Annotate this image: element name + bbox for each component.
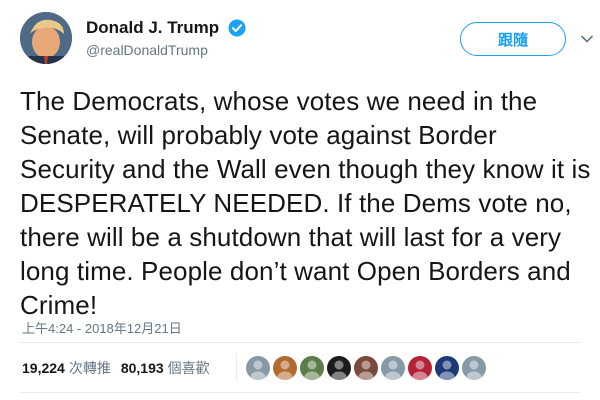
liker-avatar-1[interactable] (246, 356, 270, 380)
tweet-stats: 19,224 次轉推 80,193 個喜歡 (22, 356, 220, 380)
chevron-down-icon[interactable] (580, 32, 594, 46)
retweets-count[interactable]: 19,224 (22, 360, 65, 376)
likes-count[interactable]: 80,193 (121, 360, 164, 376)
likes-label[interactable]: 個喜歡 (168, 358, 210, 378)
liker-avatar-6[interactable] (381, 356, 405, 380)
profile-avatar[interactable] (20, 12, 72, 64)
tweet-timestamp[interactable]: 上午4:24 - 2018年12月21日 (22, 318, 182, 337)
liker-avatar-5[interactable] (354, 356, 378, 380)
divider-bottom (20, 392, 580, 393)
liker-avatar-7[interactable] (408, 356, 432, 380)
user-names: Donald J. Trump @realDonaldTrump (86, 18, 246, 58)
divider-top (20, 342, 580, 343)
liker-avatar-9[interactable] (462, 356, 486, 380)
tweet-header: Donald J. Trump @realDonaldTrump 跟隨 (20, 12, 593, 68)
liker-avatar-3[interactable] (300, 356, 324, 380)
liker-avatar-8[interactable] (435, 356, 459, 380)
retweets-label[interactable]: 次轉推 (69, 358, 111, 378)
display-name[interactable]: Donald J. Trump (86, 18, 219, 38)
stats-separator (236, 354, 237, 380)
verified-badge-icon (228, 19, 246, 37)
tweet-text: The Democrats, whose votes we need in th… (20, 86, 591, 320)
liker-avatar-2[interactable] (273, 356, 297, 380)
liker-avatars (246, 356, 489, 380)
follow-button[interactable]: 跟隨 (460, 22, 566, 56)
liker-avatar-4[interactable] (327, 356, 351, 380)
user-handle[interactable]: @realDonaldTrump (86, 42, 246, 58)
